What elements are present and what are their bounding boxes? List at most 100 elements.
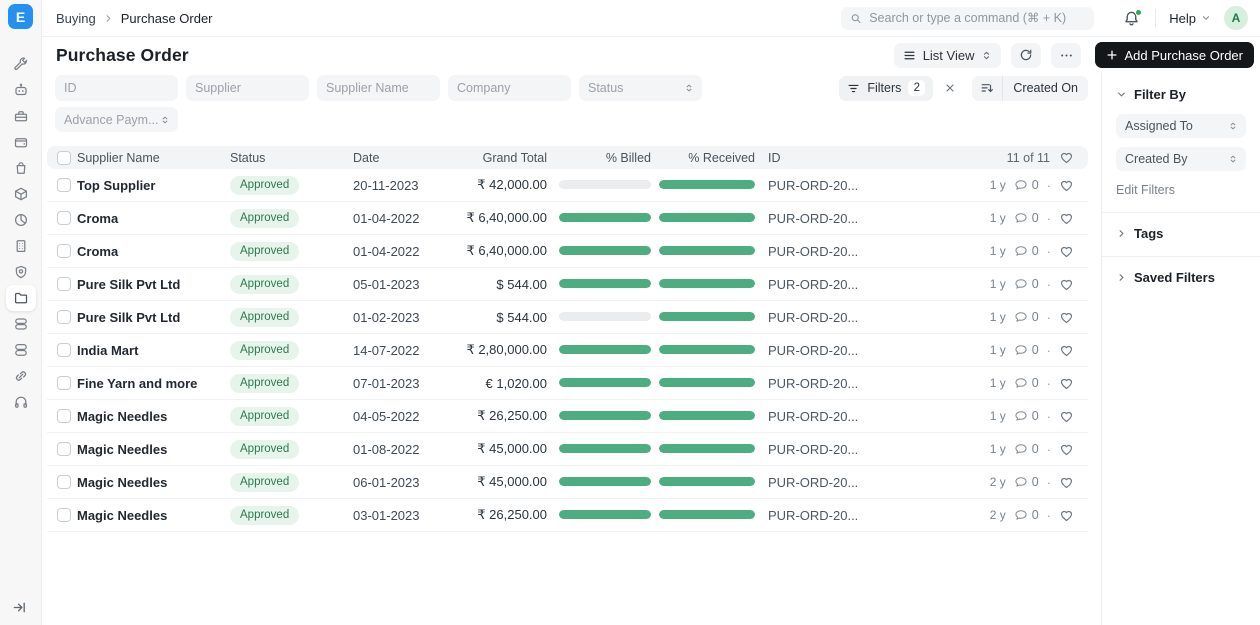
row-supplier-name[interactable]: Top Supplier — [77, 178, 230, 193]
comment-count[interactable]: 0 — [1014, 409, 1039, 423]
table-row[interactable]: Croma Approved 01-04-2022 ₹ 6,40,000.00 … — [47, 235, 1088, 268]
wallet-icon[interactable] — [6, 129, 36, 155]
row-id[interactable]: PUR-ORD-20... — [768, 277, 971, 292]
edit-filters-link[interactable]: Edit Filters — [1116, 183, 1175, 197]
row-supplier-name[interactable]: Magic Needles — [77, 409, 230, 424]
comment-count[interactable]: 0 — [1014, 277, 1039, 291]
like-icon[interactable] — [1059, 442, 1074, 457]
filters-button[interactable]: Filters 2 — [839, 76, 933, 101]
link-icon[interactable] — [6, 363, 36, 389]
comment-count[interactable]: 0 — [1014, 475, 1039, 489]
like-icon[interactable] — [1059, 343, 1074, 358]
row-id[interactable]: PUR-ORD-20... — [768, 409, 971, 424]
folder-icon[interactable] — [6, 285, 36, 311]
row-checkbox[interactable] — [57, 310, 71, 324]
refresh-button[interactable] — [1011, 43, 1041, 68]
filter-by-section-toggle[interactable]: Filter By — [1116, 87, 1246, 102]
row-supplier-name[interactable]: Pure Silk Pvt Ltd — [77, 277, 230, 292]
like-icon[interactable] — [1059, 211, 1074, 226]
assigned-to-select[interactable]: Assigned To — [1116, 114, 1246, 138]
like-icon[interactable] — [1059, 178, 1074, 193]
comment-count[interactable]: 0 — [1014, 343, 1039, 357]
column-id[interactable]: ID — [768, 151, 999, 165]
breadcrumb-purchase-order[interactable]: Purchase Order — [121, 11, 213, 26]
row-checkbox[interactable] — [57, 277, 71, 291]
shopping-bag-icon[interactable] — [6, 155, 36, 181]
breadcrumb-buying[interactable]: Buying — [56, 11, 96, 26]
view-switcher-button[interactable]: List View — [894, 43, 1002, 68]
search-input[interactable] — [869, 11, 1085, 25]
help-menu[interactable]: Help — [1169, 11, 1211, 26]
row-checkbox[interactable] — [57, 475, 71, 489]
like-icon[interactable] — [1059, 475, 1074, 490]
row-id[interactable]: PUR-ORD-20... — [768, 211, 971, 226]
row-id[interactable]: PUR-ORD-20... — [768, 475, 971, 490]
row-supplier-name[interactable]: India Mart — [77, 343, 230, 358]
table-row[interactable]: Magic Needles Approved 04-05-2022 ₹ 26,2… — [47, 400, 1088, 433]
clear-filters-button[interactable] — [938, 76, 962, 100]
user-avatar[interactable]: A — [1224, 6, 1248, 30]
created-by-select[interactable]: Created By — [1116, 147, 1246, 171]
row-checkbox[interactable] — [57, 178, 71, 192]
row-id[interactable]: PUR-ORD-20... — [768, 310, 971, 325]
liked-filter-icon[interactable] — [1059, 150, 1074, 165]
column-percent-billed[interactable]: % Billed — [559, 151, 651, 165]
column-status[interactable]: Status — [230, 151, 353, 165]
column-supplier-name[interactable]: Supplier Name — [77, 151, 230, 165]
row-checkbox[interactable] — [57, 508, 71, 522]
table-row[interactable]: Croma Approved 01-04-2022 ₹ 6,40,000.00 … — [47, 202, 1088, 235]
row-id[interactable]: PUR-ORD-20... — [768, 244, 971, 259]
row-checkbox[interactable] — [57, 244, 71, 258]
filter-supplier-name-input[interactable] — [317, 75, 440, 101]
table-row[interactable]: Pure Silk Pvt Ltd Approved 05-01-2023 $ … — [47, 268, 1088, 301]
like-icon[interactable] — [1059, 244, 1074, 259]
table-row[interactable]: Magic Needles Approved 06-01-2023 ₹ 45,0… — [47, 466, 1088, 499]
global-search[interactable] — [841, 7, 1094, 30]
toolbox-icon[interactable] — [6, 103, 36, 129]
row-supplier-name[interactable]: Magic Needles — [77, 442, 230, 457]
column-grand-total[interactable]: Grand Total — [463, 151, 547, 165]
notifications-button[interactable] — [1123, 10, 1140, 27]
row-supplier-name[interactable]: Fine Yarn and more — [77, 376, 230, 391]
select-all-checkbox[interactable] — [57, 151, 71, 165]
table-row[interactable]: Fine Yarn and more Approved 07-01-2023 €… — [47, 367, 1088, 400]
comment-count[interactable]: 0 — [1014, 310, 1039, 324]
stack-icon[interactable] — [6, 337, 36, 363]
table-row[interactable]: India Mart Approved 14-07-2022 ₹ 2,80,00… — [47, 334, 1088, 367]
table-row[interactable]: Pure Silk Pvt Ltd Approved 01-02-2023 $ … — [47, 301, 1088, 334]
shield-icon[interactable] — [6, 259, 36, 285]
row-id[interactable]: PUR-ORD-20... — [768, 178, 971, 193]
table-row[interactable]: Magic Needles Approved 01-08-2022 ₹ 45,0… — [47, 433, 1088, 466]
row-checkbox[interactable] — [57, 409, 71, 423]
more-options-button[interactable] — [1051, 43, 1081, 68]
row-supplier-name[interactable]: Magic Needles — [77, 508, 230, 523]
column-date[interactable]: Date — [353, 151, 463, 165]
comment-count[interactable]: 0 — [1014, 244, 1039, 258]
row-supplier-name[interactable]: Croma — [77, 244, 230, 259]
row-id[interactable]: PUR-ORD-20... — [768, 508, 971, 523]
table-row[interactable]: Magic Needles Approved 03-01-2023 ₹ 26,2… — [47, 499, 1088, 532]
robot-icon[interactable] — [6, 77, 36, 103]
column-percent-received[interactable]: % Received — [659, 151, 755, 165]
row-checkbox[interactable] — [57, 211, 71, 225]
row-supplier-name[interactable]: Magic Needles — [77, 475, 230, 490]
like-icon[interactable] — [1059, 310, 1074, 325]
table-row[interactable]: Top Supplier Approved 20-11-2023 ₹ 42,00… — [47, 169, 1088, 202]
saved-filters-section-toggle[interactable]: Saved Filters — [1116, 270, 1246, 285]
package-icon[interactable] — [6, 181, 36, 207]
like-icon[interactable] — [1059, 409, 1074, 424]
building-icon[interactable] — [6, 233, 36, 259]
headset-icon[interactable] — [6, 389, 36, 415]
expand-sidebar-button[interactable] — [9, 597, 29, 617]
tools-icon[interactable] — [6, 51, 36, 77]
erpnext-logo[interactable]: E — [8, 4, 33, 29]
row-id[interactable]: PUR-ORD-20... — [768, 376, 971, 391]
like-icon[interactable] — [1059, 508, 1074, 523]
sort-direction-button[interactable] — [972, 76, 1002, 101]
comment-count[interactable]: 0 — [1014, 211, 1039, 225]
comment-count[interactable]: 0 — [1014, 376, 1039, 390]
filter-company-input[interactable] — [448, 75, 571, 101]
row-checkbox[interactable] — [57, 376, 71, 390]
comment-count[interactable]: 0 — [1014, 508, 1039, 522]
sort-field-button[interactable]: Created On — [1003, 76, 1088, 101]
